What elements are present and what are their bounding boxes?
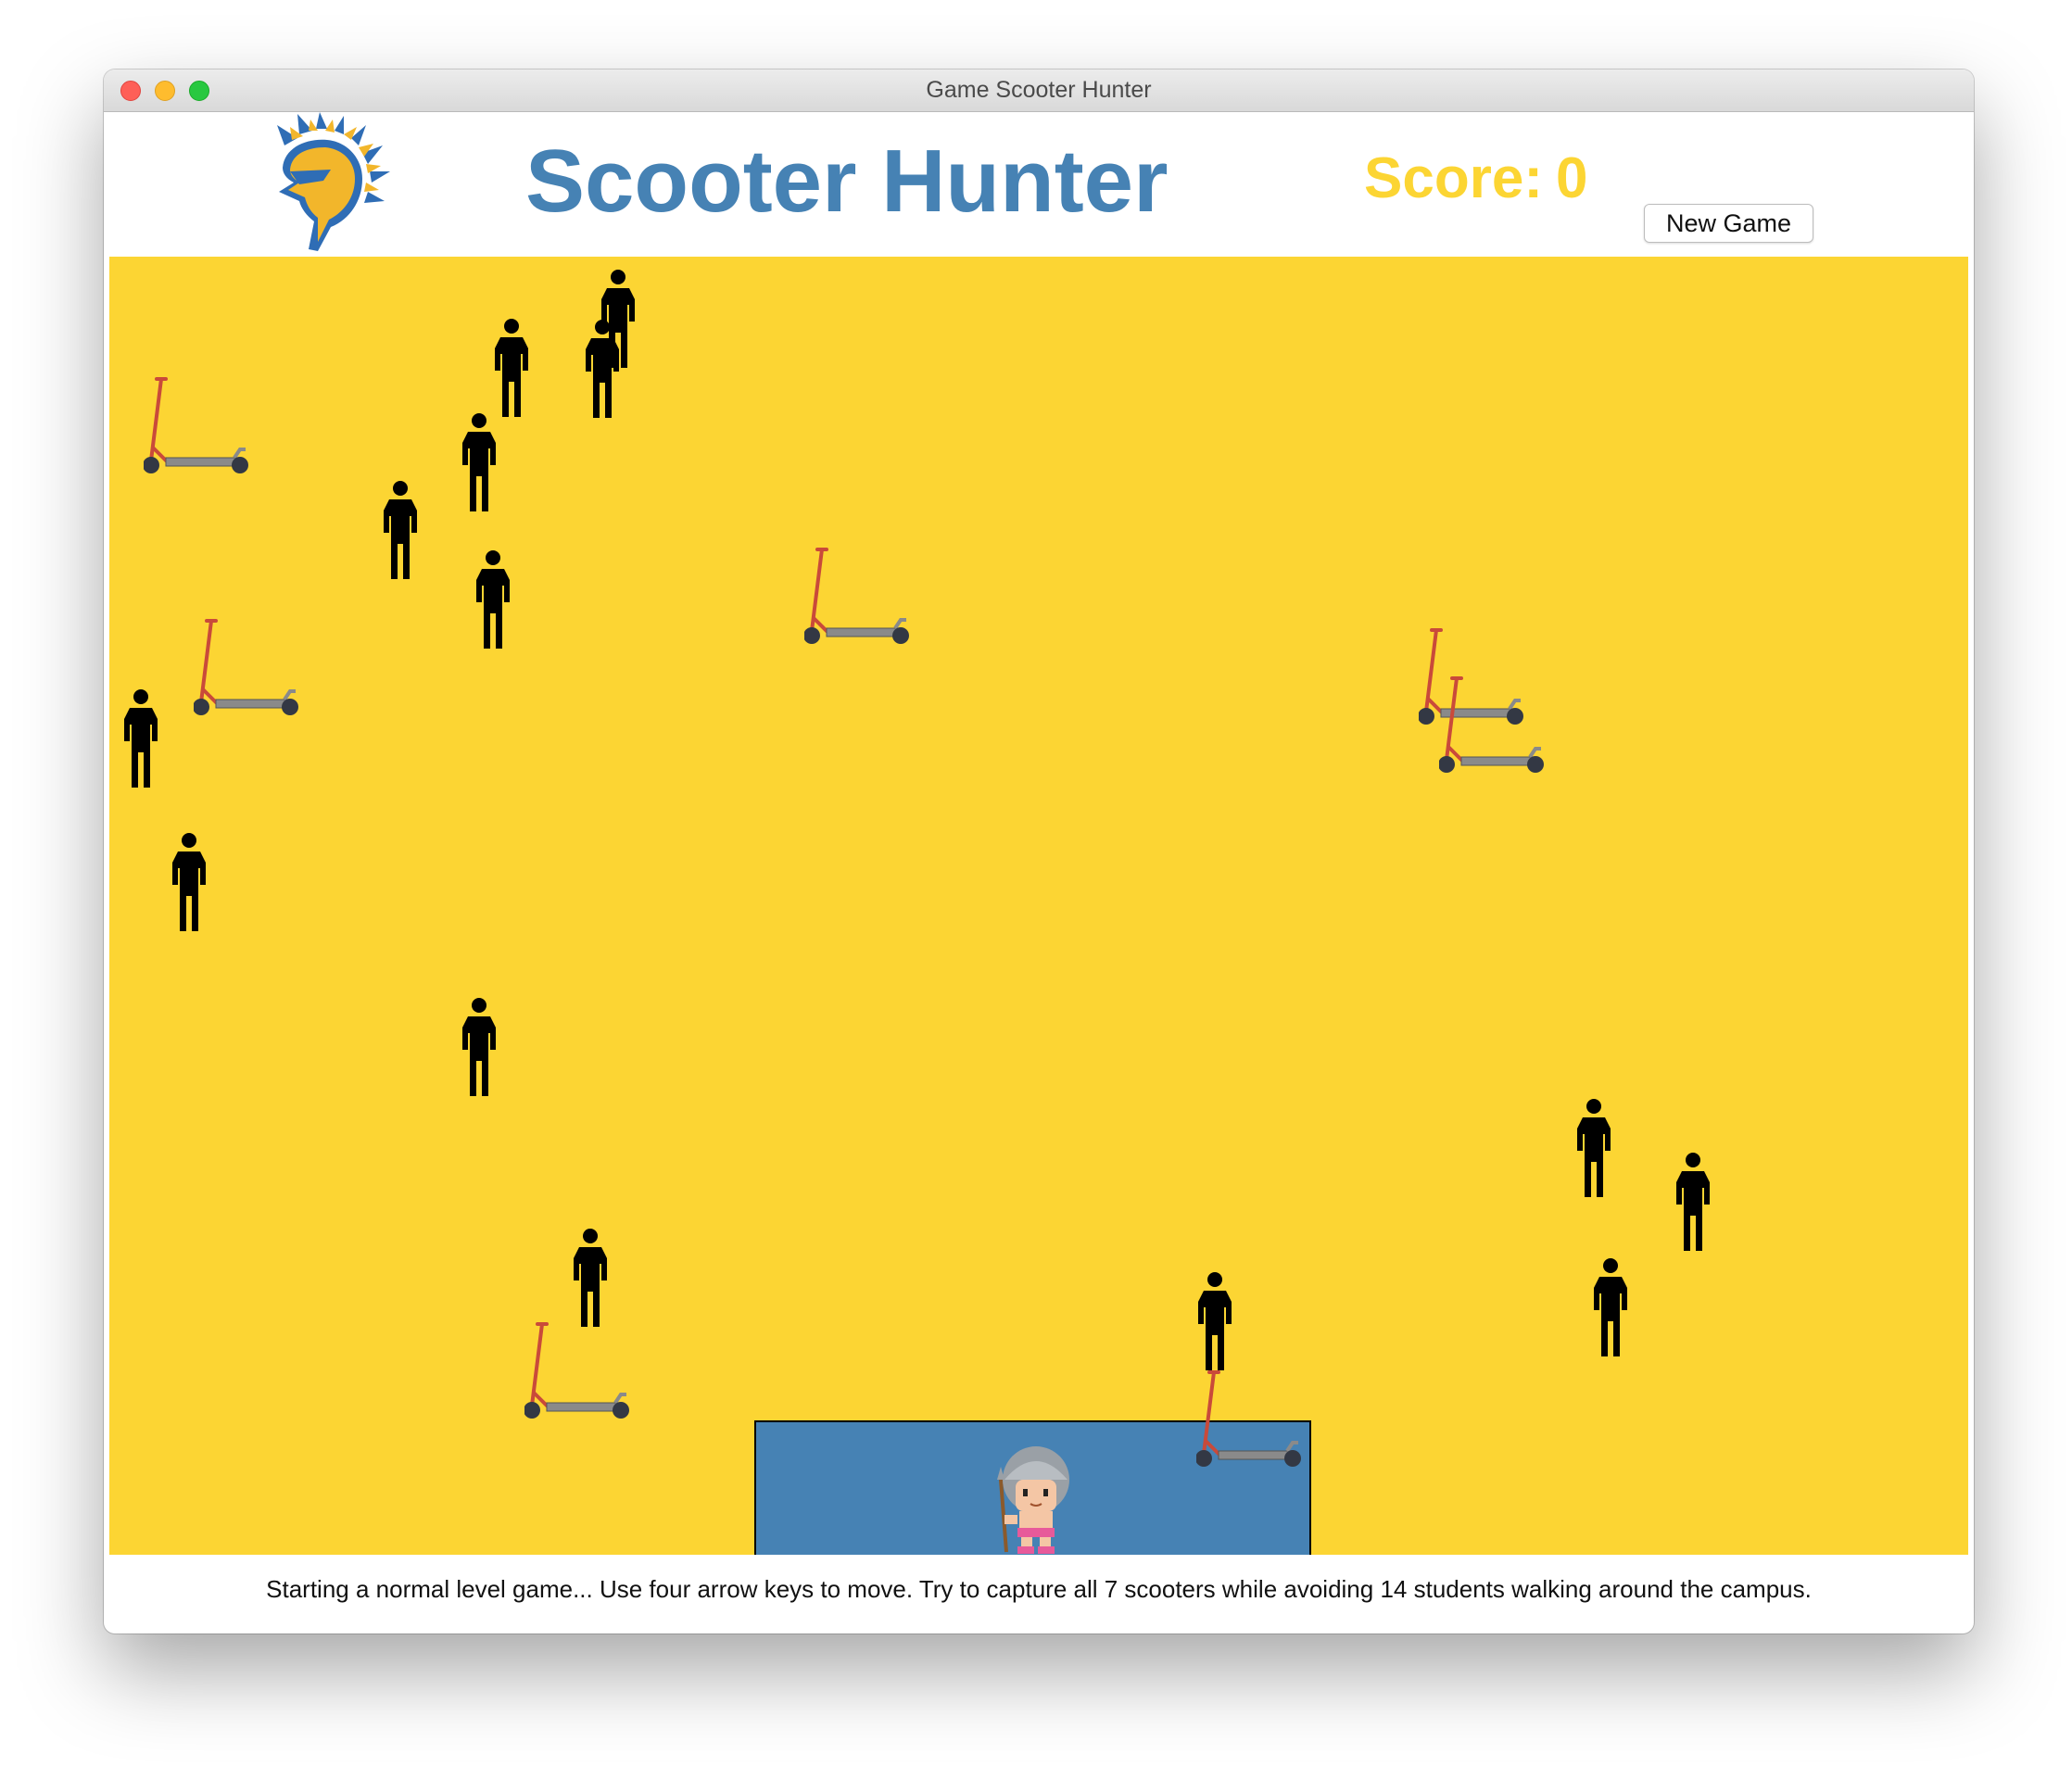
- scooter-icon: [1195, 1369, 1303, 1475]
- student-icon: [165, 831, 213, 938]
- game-title: Scooter Hunter: [525, 132, 1169, 231]
- student-icon: [455, 411, 503, 518]
- status-message: Starting a normal level game... Use four…: [266, 1575, 1812, 1603]
- student-icon: [566, 1227, 614, 1333]
- scooter-icon: [524, 1320, 631, 1427]
- spartan-helmet-icon: [277, 112, 390, 251]
- title-bar[interactable]: Game Scooter Hunter: [104, 69, 1974, 112]
- student-icon: [376, 479, 424, 586]
- student-icon: [578, 318, 626, 424]
- student-icon: [1191, 1270, 1239, 1377]
- scooter-icon: [1438, 675, 1546, 781]
- student-icon: [1669, 1151, 1717, 1257]
- score-label: Score:: [1364, 146, 1543, 210]
- student-icon: [469, 549, 517, 655]
- student-icon: [1586, 1256, 1635, 1363]
- scooter-icon: [193, 617, 300, 724]
- game-field[interactable]: [109, 257, 1968, 1555]
- new-game-button[interactable]: New Game: [1644, 204, 1813, 243]
- player-warrior-icon: [984, 1443, 1077, 1555]
- scooter-icon: [143, 375, 250, 482]
- score-value: 0: [1555, 146, 1588, 210]
- scooter-icon: [803, 546, 911, 652]
- student-icon: [455, 996, 503, 1103]
- score-display: Score: 0: [1364, 145, 1587, 211]
- student-icon: [1570, 1097, 1618, 1204]
- window-title: Game Scooter Hunter: [926, 77, 1152, 103]
- student-icon: [487, 317, 536, 423]
- student-icon: [117, 687, 165, 794]
- game-window: Game Scooter Hunter Scooter Hunter Score…: [104, 69, 1974, 1634]
